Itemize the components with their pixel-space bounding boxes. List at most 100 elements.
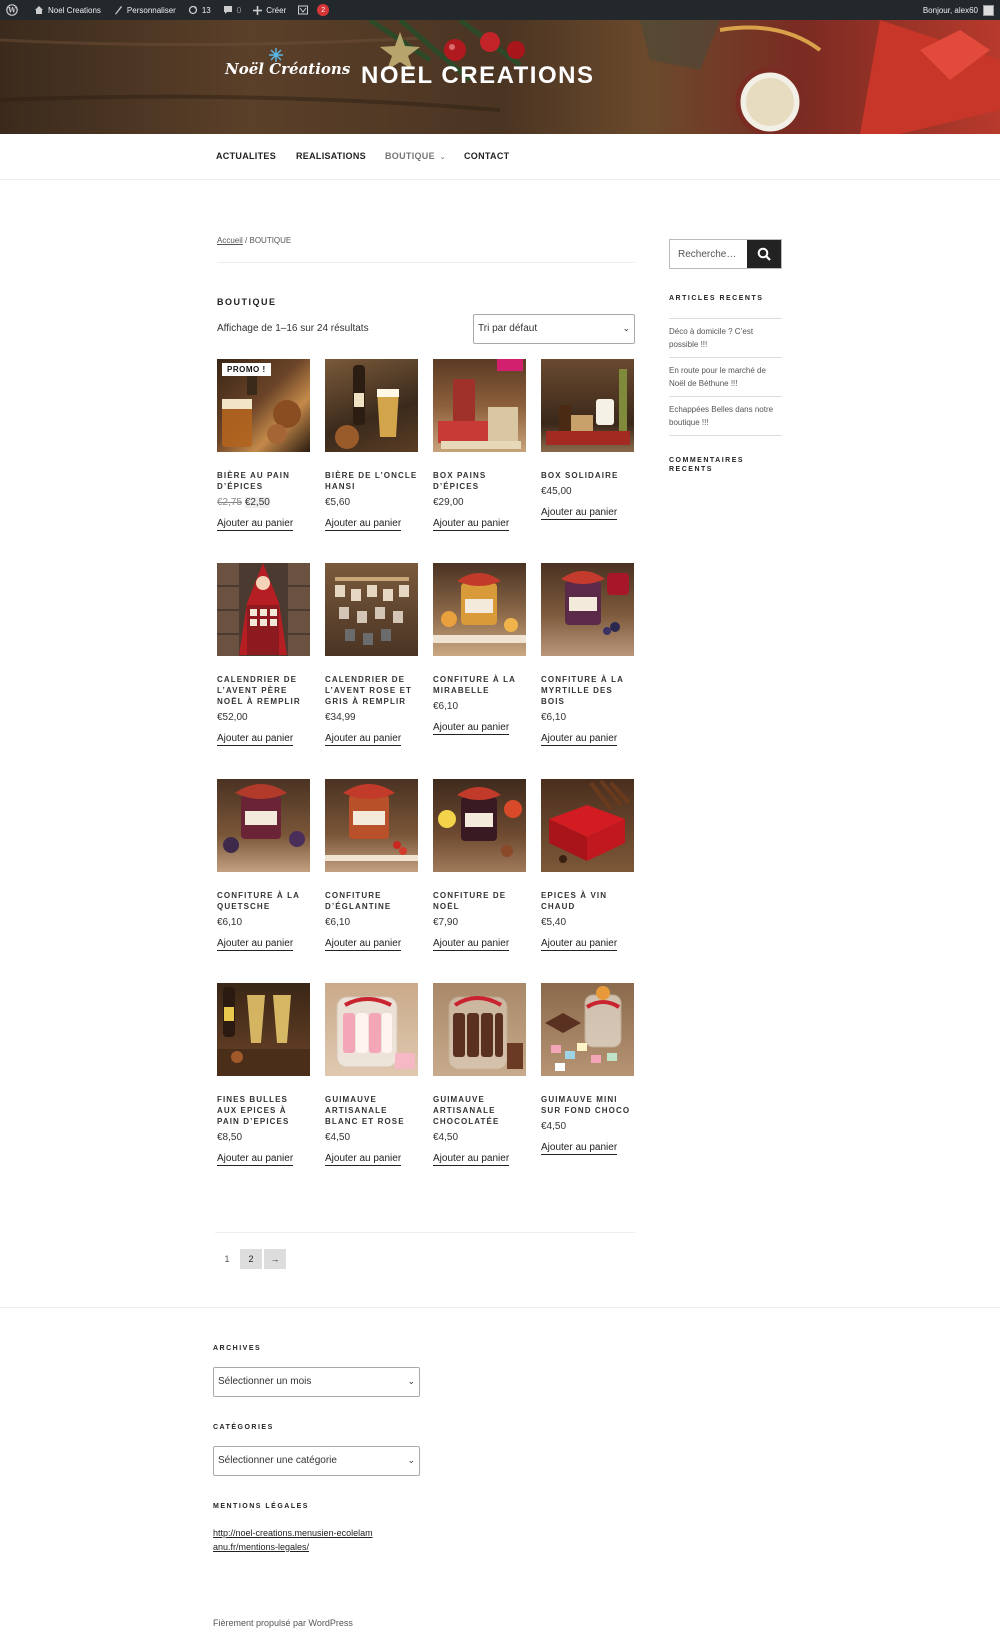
add-to-cart-button[interactable]: Ajouter au panier [541,507,618,520]
add-to-cart-button[interactable]: Ajouter au panier [541,938,618,951]
header-banner: Noël Créations NOEL CREATIONS [0,20,1000,134]
product-image[interactable] [541,779,634,872]
product-name[interactable]: BIÈRE AU PAIN D’ÉPICES [217,470,311,492]
product-image[interactable] [217,563,310,656]
product-image[interactable] [541,983,634,1076]
product-image[interactable] [217,779,310,872]
admin-comments-link[interactable]: 0 [217,0,247,20]
add-to-cart-button[interactable]: Ajouter au panier [325,1153,402,1166]
product-image[interactable] [433,359,526,452]
product-card: EPICES À VIN CHAUD €5,40 Ajouter au pani… [541,779,635,951]
add-to-cart-button[interactable]: Ajouter au panier [541,1142,618,1155]
breadcrumb-home-link[interactable]: Accueil [217,236,243,245]
product-card: GUIMAUVE ARTISANALE BLANC ET ROSE €4,50 … [325,983,419,1166]
page-1-current: 1 [224,1254,230,1264]
chevron-down-icon: ⌄ [407,1455,415,1465]
recent-post-link[interactable]: En route pour le marché de Noël de Béthu… [669,357,782,396]
product-name[interactable]: CONFITURE D’ÉGLANTINE [325,890,419,912]
legal-link[interactable]: http://noel-creations.menusien-ecolelama… [213,1526,373,1554]
breadcrumb: Accueil / BOUTIQUE [217,236,291,245]
recent-posts-list: Déco à domicile ? C’est possible !!! En … [669,318,782,436]
site-title[interactable]: NOEL CREATIONS [361,62,594,90]
wordpress-logo-icon[interactable]: W [0,0,28,20]
product-name[interactable]: CONFITURE À LA MYRTILLE DES BOIS [541,674,635,707]
add-to-cart-button[interactable]: Ajouter au panier [433,1153,510,1166]
search-input[interactable]: Recherche… [678,249,736,260]
product-image[interactable] [541,563,634,656]
product-name[interactable]: CALENDRIER DE L’AVENT ROSE ET GRIS À REM… [325,674,419,707]
add-to-cart-button[interactable]: Ajouter au panier [325,518,402,531]
product-price: €4,50 [541,1121,567,1132]
product-card: CONFITURE À LA MYRTILLE DES BOIS €6,10 A… [541,563,635,746]
recent-post-link[interactable]: Déco à domicile ? C’est possible !!! [669,318,782,357]
next-page-arrow-icon[interactable]: → [264,1249,286,1269]
product-name[interactable]: BIÈRE DE L’ONCLE HANSI [325,470,419,492]
chevron-down-icon: ⌄ [439,154,446,161]
product-name[interactable]: BOX SOLIDAIRE [541,470,635,481]
add-to-cart-button[interactable]: Ajouter au panier [325,938,402,951]
product-card: CALENDRIER DE L’AVENT PÈRE NOËL À REMPLI… [217,563,311,746]
product-image[interactable] [433,983,526,1076]
nav-item-realisations[interactable]: REALISATIONS [296,151,366,161]
search-button[interactable] [747,240,781,268]
archives-select[interactable]: Sélectionner un mois ⌄ [213,1367,420,1397]
product-name[interactable]: CONFITURE DE NOËL [433,890,527,912]
product-image[interactable] [325,779,418,872]
site-logo[interactable]: Noël Créations [225,48,350,78]
page-title: BOUTIQUE [217,297,277,307]
add-to-cart-button[interactable]: Ajouter au panier [325,733,402,746]
product-price: €34,99 [325,712,356,723]
product-name[interactable]: EPICES À VIN CHAUD [541,890,635,912]
product-card: GUIMAUVE ARTISANALE CHOCOLATÉE €4,50 Ajo… [433,983,527,1166]
admin-site-link[interactable]: Noel Creations [28,0,107,20]
nav-item-actualites[interactable]: ACTUALITES [216,151,276,161]
admin-site-name: Noel Creations [48,5,101,15]
divider [215,1232,635,1233]
product-image[interactable] [541,359,634,452]
admin-new-link[interactable]: Créer [247,0,292,20]
product-image[interactable] [433,779,526,872]
product-image[interactable] [433,563,526,656]
product-name[interactable]: CONFITURE À LA QUETSCHE [217,890,311,912]
categories-select[interactable]: Sélectionner une catégorie ⌄ [213,1446,420,1476]
nav-item-contact[interactable]: CONTACT [464,151,509,161]
admin-updates-link[interactable]: 13 [182,0,217,20]
recent-post-link[interactable]: Echappées Belles dans notre boutique !!! [669,396,782,436]
product-name[interactable]: CONFITURE À LA MIRABELLE [433,674,527,696]
product-card: CONFITURE D’ÉGLANTINE €6,10 Ajouter au p… [325,779,419,951]
product-image[interactable] [325,359,418,452]
product-image[interactable] [217,983,310,1076]
add-to-cart-button[interactable]: Ajouter au panier [217,1153,294,1166]
add-to-cart-button[interactable]: Ajouter au panier [217,938,294,951]
admin-customize-link[interactable]: Personnaliser [107,0,182,20]
product-price: €6,10 [541,712,567,723]
product-name[interactable]: GUIMAUVE ARTISANALE CHOCOLATÉE [433,1094,527,1127]
home-icon [35,6,43,14]
add-to-cart-button[interactable]: Ajouter au panier [433,518,510,531]
admin-plugin-link[interactable]: 2 [292,0,335,20]
product-card: GUIMAUVE MINI SUR FOND CHOCO €4,50 Ajout… [541,983,635,1155]
nav-item-boutique[interactable]: BOUTIQUE ⌄ [385,151,446,161]
add-to-cart-button[interactable]: Ajouter au panier [217,733,294,746]
product-card: CONFITURE À LA MIRABELLE €6,10 Ajouter a… [433,563,527,735]
product-name[interactable]: GUIMAUVE ARTISANALE BLANC ET ROSE [325,1094,419,1127]
product-image[interactable]: PROMO ! [217,359,310,452]
archives-title: ARCHIVES [213,1345,262,1352]
product-image[interactable] [325,563,418,656]
search-icon [757,247,771,261]
product-image[interactable] [325,983,418,1076]
product-card: BOX SOLIDAIRE €45,00 Ajouter au panier [541,359,635,520]
product-name[interactable]: BOX PAINS D’ÉPICES [433,470,527,492]
admin-account-menu[interactable]: Bonjour, alex60 [917,0,1000,20]
add-to-cart-button[interactable]: Ajouter au panier [433,938,510,951]
product-price: €5,40 [541,917,567,928]
add-to-cart-button[interactable]: Ajouter au panier [217,518,294,531]
orderby-select[interactable]: Tri par défaut ⌄ [473,314,635,344]
product-name[interactable]: CALENDRIER DE L’AVENT PÈRE NOËL À REMPLI… [217,674,311,707]
product-name[interactable]: GUIMAUVE MINI SUR FOND CHOCO [541,1094,635,1116]
add-to-cart-button[interactable]: Ajouter au panier [433,722,510,735]
add-to-cart-button[interactable]: Ajouter au panier [541,733,618,746]
product-name[interactable]: FINES BULLES AUX EPICES À PAIN D’EPICES [217,1094,311,1127]
page-2-link[interactable]: 2 [240,1249,262,1269]
powered-by[interactable]: Fièrement propulsé par WordPress [213,1618,353,1628]
